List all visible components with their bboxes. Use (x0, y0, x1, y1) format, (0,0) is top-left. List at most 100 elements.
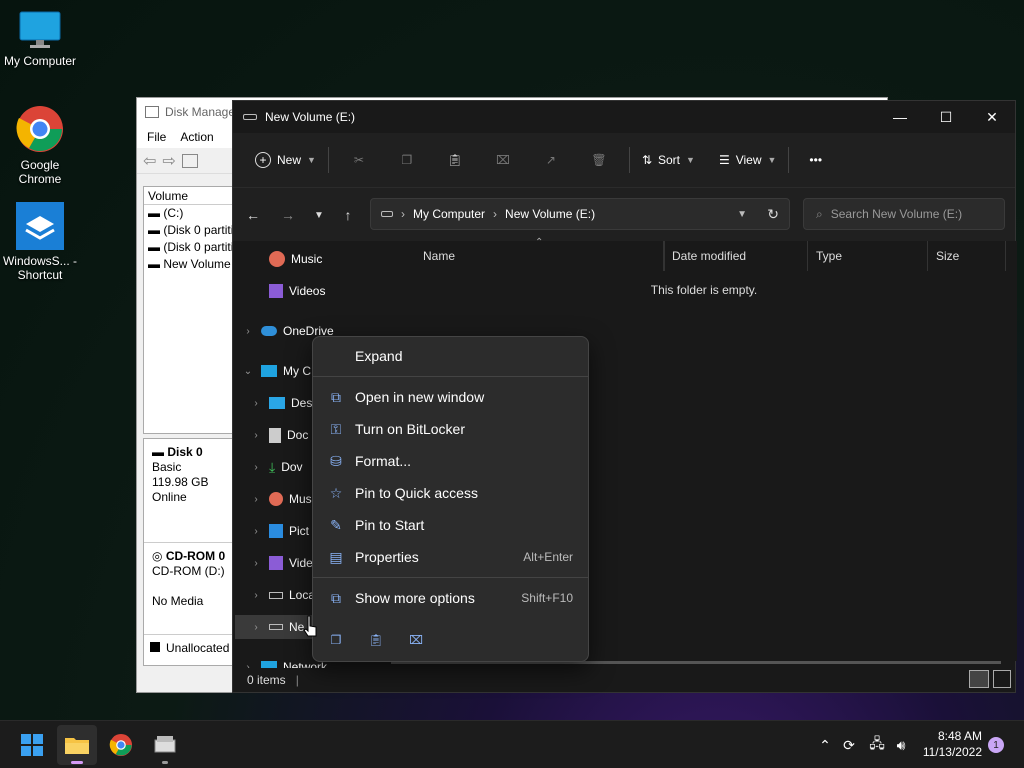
chevron-right-icon[interactable]: › (249, 526, 263, 537)
volume-row[interactable]: ▬ (C:) (144, 205, 238, 222)
nav-item-local-disk[interactable]: › Loca (249, 583, 315, 607)
chrome-icon (16, 106, 63, 152)
back-arrow-icon[interactable]: ⇦ (143, 151, 156, 171)
chevron-right-icon[interactable]: › (249, 590, 263, 601)
nav-item-music[interactable]: › Mus (249, 487, 312, 511)
notification-badge[interactable]: 1 (988, 737, 1004, 753)
copy-icon[interactable]: ❐ (321, 625, 351, 655)
video-icon (269, 284, 283, 298)
menu-item-shortcut: Alt+Enter (523, 550, 573, 564)
menu-item-label: Format... (355, 453, 412, 469)
taskbar-disk-management[interactable] (145, 725, 185, 765)
nav-item-videos[interactable]: › Vide (249, 551, 313, 575)
column-header-type[interactable]: Type (808, 241, 928, 271)
menu-item-open-new-window[interactable]: ⧉ Open in new window (317, 382, 585, 412)
breadcrumb-my-computer[interactable]: My Computer (413, 207, 485, 221)
search-input[interactable]: ⌕ Search New Volume (E:) (803, 198, 1005, 230)
delete-icon[interactable]: 🗑︎ (575, 145, 623, 175)
nav-item-my-computer[interactable]: ⌄ My C (241, 359, 311, 383)
sync-alert-icon[interactable]: ⟳ (837, 733, 861, 757)
volume-icon[interactable]: 🔊︎ (889, 733, 913, 757)
active-indicator (71, 761, 83, 764)
chevron-right-icon[interactable]: › (249, 558, 263, 569)
picture-icon (269, 524, 283, 538)
network-icon[interactable]: 🖧︎ (865, 733, 889, 757)
chevron-right-icon[interactable]: › (249, 430, 263, 441)
nav-item-documents[interactable]: › Doc (249, 423, 308, 447)
volume-row[interactable]: ▬ New Volume (144, 256, 238, 273)
more-options-button[interactable]: ••• (803, 145, 828, 175)
forward-arrow-icon[interactable]: ⇨ (162, 151, 175, 171)
address-dropdown-icon[interactable]: ▼ (737, 209, 747, 220)
taskbar-chrome[interactable] (101, 725, 141, 765)
desktop-icon-chrome[interactable]: Google Chrome (0, 104, 80, 186)
desktop-icon-my-computer[interactable]: My Computer (0, 10, 80, 68)
chevron-right-icon[interactable]: › (249, 462, 263, 473)
forward-arrow-icon[interactable]: → (276, 204, 300, 226)
copy-icon[interactable]: ❐ (383, 145, 431, 175)
menu-item-expand[interactable]: Expand (317, 341, 585, 371)
recent-locations-chevron-icon[interactable]: ▼ (307, 204, 331, 226)
disk-graphical-view: ▬ Disk 0 Basic 119.98 GB Online ◎ CD-ROM… (143, 438, 239, 666)
volume-column-header[interactable]: Volume (144, 187, 238, 205)
show-hidden-icons-chevron-icon[interactable]: ⌃ (813, 733, 837, 757)
nav-item-pictures[interactable]: › Pict (249, 519, 309, 543)
chevron-right-icon[interactable]: › (249, 622, 263, 633)
open-new-window-icon: ⧉ (331, 388, 341, 405)
menu-item-bitlocker[interactable]: ⚿ Turn on BitLocker (317, 414, 585, 444)
download-icon: ⤓ (269, 458, 276, 475)
nav-item-desktop[interactable]: › Des (249, 391, 312, 415)
nav-label: Des (291, 396, 313, 410)
details-view-icon[interactable] (969, 670, 989, 688)
cdrom-info[interactable]: ◎ CD-ROM 0 CD-ROM (D:) No Media (144, 543, 238, 635)
chevron-right-icon[interactable]: › (249, 398, 263, 409)
back-arrow-icon[interactable]: ← (241, 204, 265, 226)
nav-label: Vide (289, 556, 313, 570)
menu-item-pin-start[interactable]: ✎ Pin to Start (317, 510, 585, 540)
document-icon (269, 427, 281, 443)
rename-icon[interactable]: ⌧ (479, 145, 527, 175)
desktop-icon-windows-shortcut[interactable]: WindowsS... - Shortcut (0, 202, 80, 282)
legend-swatch (150, 642, 160, 652)
maximize-button[interactable]: ☐ (923, 101, 969, 133)
breadcrumb-new-volume[interactable]: New Volume (E:) (505, 207, 595, 221)
clock[interactable]: 8:48 AM 11/13/2022 (923, 728, 982, 760)
separator (788, 147, 790, 173)
desktop-icon-label: My Computer (3, 54, 77, 68)
menu-item-show-more-options[interactable]: ⧉ Show more options Shift+F10 (317, 583, 585, 613)
sort-button[interactable]: ⇅ Sort ▼ (636, 145, 701, 175)
nav-item-videos[interactable]: Videos (269, 279, 325, 303)
chevron-right-icon[interactable]: › (241, 326, 255, 337)
refresh-icon[interactable]: ↻ (767, 206, 779, 223)
minimize-button[interactable]: — (877, 101, 923, 133)
share-icon[interactable]: ↗ (527, 145, 575, 175)
volume-row[interactable]: ▬ (Disk 0 partiti (144, 239, 238, 256)
view-button[interactable]: ☰ View ▼ (713, 145, 782, 175)
chevron-right-icon[interactable]: › (249, 494, 263, 505)
close-button[interactable]: ✕ (969, 101, 1015, 133)
new-button[interactable]: + New ▼ (249, 145, 322, 175)
address-bar[interactable]: › My Computer › New Volume (E:) ▼ ↻ (370, 198, 790, 230)
cut-icon[interactable]: ✂ (335, 145, 383, 175)
nav-item-music[interactable]: Music (269, 247, 322, 271)
taskbar-file-explorer[interactable] (57, 725, 97, 765)
rename-icon[interactable]: ⌧ (401, 625, 431, 655)
column-header-date-modified[interactable]: Date modified (663, 241, 808, 271)
nav-item-downloads[interactable]: › ⤓ Dov (249, 455, 302, 479)
menu-file[interactable]: File (147, 130, 166, 144)
paste-icon[interactable]: 📋︎ (431, 145, 479, 175)
start-button[interactable] (12, 725, 52, 765)
console-tree-icon[interactable] (181, 153, 198, 168)
column-header-size[interactable]: Size (928, 241, 1006, 271)
menu-item-properties[interactable]: ▤ Properties Alt+Enter (317, 542, 585, 572)
menu-item-pin-quick-access[interactable]: ☆ Pin to Quick access (317, 478, 585, 508)
chevron-down-icon[interactable]: ⌄ (241, 366, 255, 377)
paste-icon[interactable]: 📋︎ (361, 625, 391, 655)
menu-action[interactable]: Action (180, 130, 213, 144)
up-arrow-icon[interactable]: ↑ (336, 204, 360, 226)
volume-row[interactable]: ▬ (Disk 0 partiti (144, 222, 238, 239)
disk0-info[interactable]: ▬ Disk 0 Basic 119.98 GB Online (144, 439, 238, 543)
menu-item-format[interactable]: ⛁ Format... (317, 446, 585, 476)
drive-icon (269, 591, 283, 599)
tiles-view-icon[interactable] (993, 670, 1011, 688)
